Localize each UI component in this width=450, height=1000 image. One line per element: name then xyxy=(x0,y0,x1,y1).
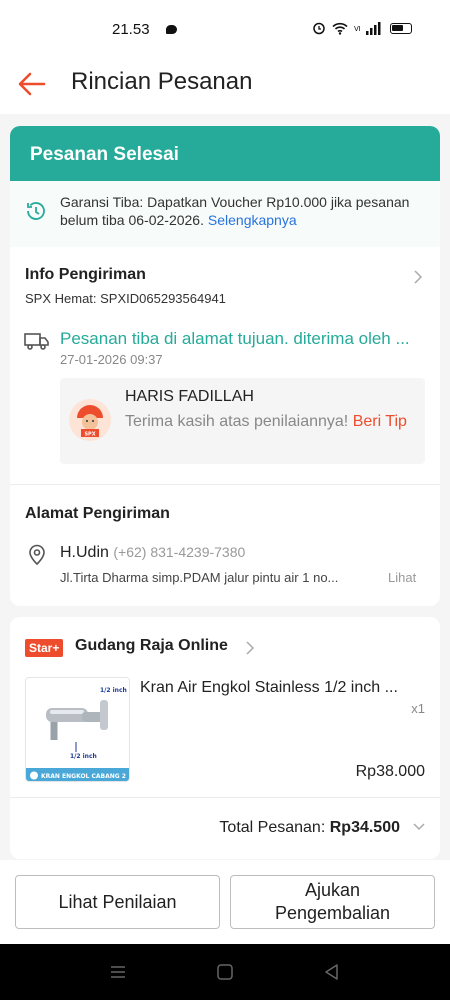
product-name[interactable]: Kran Air Engkol Stainless 1/2 inch ... xyxy=(140,679,425,697)
chevron-down-icon[interactable] xyxy=(412,820,426,834)
divider xyxy=(10,484,440,485)
status-bar: 21.53 Ⅵ xyxy=(0,0,450,58)
courier-avatar-icon: SPX xyxy=(69,399,111,441)
signal-icon: Ⅵ xyxy=(354,21,381,35)
clock-refresh-icon xyxy=(27,202,45,220)
product-card: Star+ Gudang Raja Online 1/2 inch 1/2 in… xyxy=(10,617,440,859)
address-title: Alamat Pengiriman xyxy=(25,505,170,522)
courier-name: HARIS FADILLAH xyxy=(125,388,254,405)
order-total-label: Total Pesanan: xyxy=(219,819,326,836)
courier-message: Terima kasih atas penilaiannya! Beri Tip xyxy=(125,412,415,432)
star-plus-badge: Star+ xyxy=(25,639,64,657)
wifi-icon xyxy=(332,22,348,35)
alarm-icon xyxy=(313,22,325,35)
thumb-label-top: 1/2 inch xyxy=(100,687,127,694)
courier-thanks-text: Terima kasih atas penilaiannya! xyxy=(125,413,349,430)
guarantee-text: Garansi Tiba: Dapatkan Voucher Rp10.000 … xyxy=(60,193,420,229)
app-bar: Rincian Pesanan xyxy=(0,58,450,114)
address-more-link[interactable]: Lihat xyxy=(388,570,416,585)
guarantee-banner[interactable]: Garansi Tiba: Dapatkan Voucher Rp10.000 … xyxy=(10,181,440,247)
courier-card: SPX HARIS FADILLAH Terima kasih atas pen… xyxy=(60,378,425,464)
order-total-row[interactable]: Total Pesanan: Rp34.500 xyxy=(10,797,440,859)
faucet-image: 1/2 inch 1/2 inch KRAN ENGKOL CABANG 2 xyxy=(26,678,129,781)
menu-icon[interactable] xyxy=(108,962,128,982)
product-price: Rp38.000 xyxy=(355,763,425,780)
tracking-time: 27-01-2026 09:37 xyxy=(60,352,163,367)
recipient-name: H.Udin xyxy=(60,544,109,561)
view-review-button[interactable]: Lihat Penilaian xyxy=(15,875,220,929)
product-thumbnail[interactable]: 1/2 inch 1/2 inch KRAN ENGKOL CABANG 2 xyxy=(25,677,130,782)
status-icons: Ⅵ xyxy=(312,21,412,35)
guarantee-more-link[interactable]: Selengkapnya xyxy=(208,212,297,228)
message-icon xyxy=(166,25,177,34)
chevron-right-icon[interactable] xyxy=(412,270,424,284)
order-total: Total Pesanan: Rp34.500 xyxy=(219,819,400,837)
status-time: 21.53 xyxy=(112,21,150,38)
tip-link[interactable]: Beri Tip xyxy=(353,413,407,430)
recipient: H.Udin (+62) 831-4239-7380 xyxy=(60,544,245,562)
battery-icon xyxy=(390,22,412,34)
courier-tracking-number: SPX Hemat: SPXID065293564941 xyxy=(25,291,226,306)
page-title: Rincian Pesanan xyxy=(71,68,253,95)
back-triangle-icon[interactable] xyxy=(322,962,342,982)
location-pin-icon xyxy=(29,544,45,566)
bottom-action-bar: Lihat Penilaian Ajukan Pengembalian xyxy=(0,860,450,944)
back-arrow-icon[interactable] xyxy=(16,68,48,100)
order-status-header: Pesanan Selesai xyxy=(10,126,440,181)
request-return-button[interactable]: Ajukan Pengembalian xyxy=(230,875,435,929)
truck-icon xyxy=(24,333,49,350)
recipient-phone: (+62) 831-4239-7380 xyxy=(113,544,246,560)
svg-text:SPX: SPX xyxy=(84,432,95,438)
svg-text:Ⅵ: Ⅵ xyxy=(354,25,360,33)
thumb-label-bottom: 1/2 inch xyxy=(70,753,97,760)
thumb-caption: KRAN ENGKOL CABANG 2 xyxy=(41,773,126,780)
shop-chevron-icon[interactable] xyxy=(244,641,256,655)
address-line: Jl.Tirta Dharma simp.PDAM jalur pintu ai… xyxy=(60,570,339,585)
home-icon[interactable] xyxy=(215,962,235,982)
order-card: Pesanan Selesai Garansi Tiba: Dapatkan V… xyxy=(10,126,440,606)
shipping-info-title: Info Pengiriman xyxy=(25,266,146,283)
product-quantity: x1 xyxy=(411,701,425,716)
order-total-value: Rp34.500 xyxy=(329,819,400,836)
shop-name[interactable]: Gudang Raja Online xyxy=(75,637,228,655)
system-nav-bar xyxy=(0,944,450,1000)
tracking-status[interactable]: Pesanan tiba di alamat tujuan. diterima … xyxy=(60,329,425,349)
